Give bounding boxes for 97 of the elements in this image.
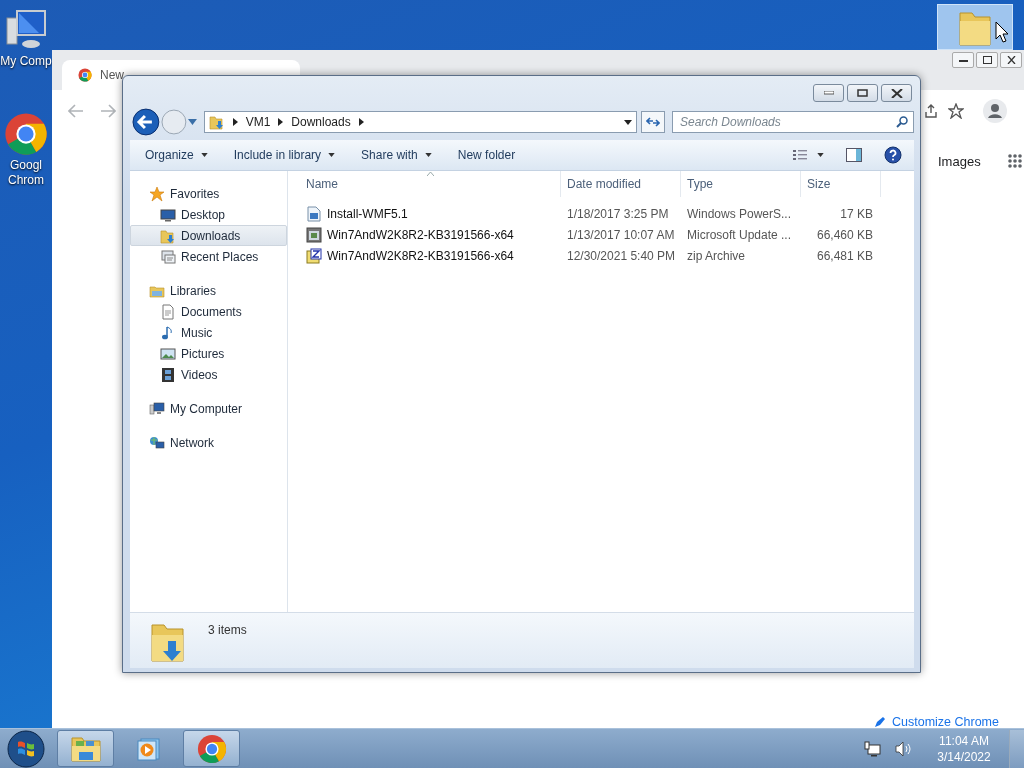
script-file-icon <box>306 205 322 222</box>
caret-icon <box>424 153 432 157</box>
column-header[interactable]: Name <box>288 171 561 197</box>
zip-archive-icon <box>306 247 322 264</box>
toolbar-button[interactable]: Share with <box>354 145 439 165</box>
close-button[interactable] <box>881 84 912 102</box>
clock-date: 3/14/2022 <box>937 748 991 765</box>
table-cell-text: 17 KB <box>839 206 874 221</box>
speaker-icon[interactable] <box>895 740 913 757</box>
taskbar-app-button[interactable] <box>57 730 114 767</box>
column-header[interactable]: Date modified <box>561 171 681 197</box>
breadcrumb-item[interactable]: VM1 <box>245 115 271 129</box>
folder-download-icon <box>160 227 176 244</box>
nav-item[interactable]: Recent Places <box>130 246 287 267</box>
caret-icon <box>817 153 824 157</box>
breadcrumb-arrow-icon[interactable] <box>358 118 364 126</box>
nav-item[interactable]: Desktop <box>130 204 287 225</box>
nav-item[interactable]: My Computer <box>130 398 287 419</box>
windows-logo-icon <box>7 729 45 768</box>
nav-item[interactable]: Libraries <box>130 280 287 301</box>
media-player-icon <box>135 735 162 762</box>
column-header[interactable]: Type <box>681 171 801 197</box>
table-cell-text: Windows PowerS... <box>686 206 793 221</box>
back-button[interactable] <box>132 108 160 136</box>
refresh-button[interactable] <box>641 111 665 133</box>
preview-pane-icon <box>846 148 862 162</box>
caret-icon <box>328 153 336 157</box>
network-icon[interactable] <box>864 740 882 757</box>
dropdown-arrow-icon[interactable] <box>624 119 633 125</box>
table-cell-text: zip Archive <box>686 248 747 263</box>
breadcrumb-arrow-icon[interactable] <box>232 118 238 126</box>
close-icon <box>890 88 903 98</box>
picture-icon <box>160 345 176 362</box>
toolbar-button[interactable]: Include in library <box>226 145 343 165</box>
table-cell-text: 66,481 KB <box>815 248 874 263</box>
profile-avatar-icon[interactable] <box>983 99 1007 123</box>
star-icon[interactable] <box>948 103 964 119</box>
images-link[interactable]: Images <box>938 154 981 169</box>
nav-item[interactable]: Pictures <box>130 343 287 364</box>
clock-time: 11:04 AM <box>939 732 989 749</box>
help-icon <box>884 146 902 164</box>
column-header[interactable]: Size <box>801 171 881 197</box>
maximize-button[interactable] <box>976 52 998 68</box>
search-icon <box>896 116 908 128</box>
refresh-icon <box>646 116 661 128</box>
recent-places-icon <box>160 248 176 265</box>
toolbar-button[interactable]: New folder <box>450 145 523 165</box>
close-button[interactable] <box>1000 52 1022 68</box>
chrome-logo-icon <box>4 112 48 156</box>
film-icon <box>160 366 176 383</box>
computer-icon <box>149 400 165 417</box>
nav-item[interactable]: Documents <box>130 301 287 322</box>
mouse-cursor-icon <box>995 21 1009 43</box>
search-field[interactable]: Search Downloads <box>672 111 914 133</box>
caret-icon <box>200 153 208 157</box>
table-cell-text: 66,460 KB <box>815 227 874 242</box>
table-cell-text: Microsoft Update ... <box>686 227 793 242</box>
file-name-cell[interactable]: Install-WMF5.1 <box>288 205 561 222</box>
details-view-icon <box>793 149 807 161</box>
desktop-icon-label[interactable]: Googl Chrom <box>0 158 52 188</box>
nav-item[interactable]: Downloads <box>130 225 287 246</box>
address-bar[interactable]: VM1 Downloads <box>203 111 638 133</box>
folder-download-icon <box>208 114 225 130</box>
item-count: 3 items <box>208 623 247 637</box>
file-name-cell[interactable]: Win7AndW2K8R2-KB3191566-x64 <box>288 247 561 264</box>
toolbar-button[interactable]: Organize <box>138 145 215 165</box>
minimize-icon <box>958 58 968 62</box>
network-icon <box>149 434 165 451</box>
installer-package-icon <box>306 226 322 243</box>
document-icon <box>160 303 176 320</box>
star-icon <box>149 185 165 202</box>
taskbar-app-button[interactable] <box>183 730 240 767</box>
nav-item[interactable]: Network <box>130 432 287 453</box>
desktop-icon-label[interactable]: My Comp <box>0 54 52 69</box>
table-cell-text: 12/30/2021 5:40 PM <box>566 248 677 263</box>
nav-item[interactable]: Videos <box>130 364 287 385</box>
maximize-icon <box>857 89 868 97</box>
history-dropdown-icon[interactable] <box>187 119 197 125</box>
minimize-icon <box>823 91 834 95</box>
minimize-button[interactable] <box>952 52 974 68</box>
nav-item[interactable]: Music <box>130 322 287 343</box>
folder-icon <box>69 734 102 763</box>
chrome-logo-icon <box>196 733 227 764</box>
file-name-cell[interactable]: Win7AndW2K8R2-KB3191566-x64 <box>288 226 561 243</box>
breadcrumb-arrow-icon[interactable] <box>278 118 284 126</box>
apps-grid-icon[interactable] <box>1008 154 1022 168</box>
maximize-button[interactable] <box>847 84 878 102</box>
table-cell-text: 1/13/2017 10:07 AM <box>566 227 676 242</box>
customize-chrome-button[interactable]: Customize Chrome <box>870 715 1003 729</box>
table-cell-text: 1/18/2017 3:25 PM <box>566 206 670 221</box>
nav-item[interactable]: Favorites <box>130 183 287 204</box>
share-icon[interactable] <box>924 104 938 118</box>
monitor-icon <box>160 206 176 223</box>
breadcrumb-item[interactable]: Downloads <box>291 115 351 129</box>
chrome-logo-icon <box>78 68 92 82</box>
maximize-icon <box>982 56 992 64</box>
close-icon <box>1006 56 1016 64</box>
